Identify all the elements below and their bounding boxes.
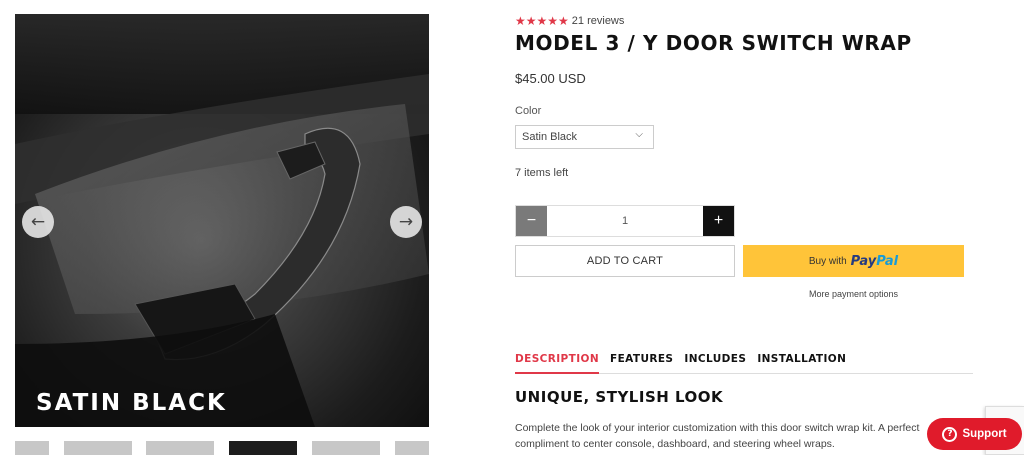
- tab-description[interactable]: DESCRIPTION: [515, 353, 600, 374]
- increase-quantity-button[interactable]: +: [703, 206, 734, 236]
- support-label: Support: [962, 428, 1007, 440]
- thumbnail[interactable]: [15, 441, 49, 455]
- quantity-stepper: − 1 +: [515, 205, 735, 237]
- thumbnail-strip: [15, 441, 429, 455]
- description-heading: UNIQUE, STYLISH LOOK: [515, 388, 724, 406]
- chevron-down-icon: ⌵: [635, 129, 643, 140]
- paypal-prefix: Buy with: [808, 255, 847, 267]
- thumbnail[interactable]: [395, 441, 429, 455]
- thumbnail[interactable]: [64, 441, 132, 455]
- quantity-input[interactable]: 1: [547, 206, 703, 236]
- support-button[interactable]: ? Support: [927, 418, 1022, 450]
- paypal-logo: Pay: [850, 253, 877, 269]
- add-to-cart-button[interactable]: ADD TO CART: [515, 245, 735, 277]
- arrow-left-icon: ←: [30, 212, 46, 232]
- tab-features[interactable]: FEATURES: [610, 353, 673, 374]
- previous-image-button[interactable]: ←: [22, 206, 54, 238]
- image-caption: SATIN BLACK: [36, 390, 227, 416]
- reviews-count: 21 reviews: [571, 15, 625, 27]
- review-summary[interactable]: ★★★★★ 21 reviews: [515, 14, 624, 28]
- product-image-gallery: ← → SATIN BLACK: [15, 14, 429, 427]
- product-title: MODEL 3 / Y DOOR SWITCH WRAP: [515, 31, 912, 55]
- stock-status: 7 items left: [515, 167, 569, 179]
- help-icon: ?: [942, 426, 958, 442]
- color-select[interactable]: Satin Black ⌵: [515, 125, 654, 149]
- tab-includes[interactable]: INCLUDES: [684, 353, 746, 374]
- color-select-value: Satin Black: [522, 131, 578, 143]
- thumbnail[interactable]: [312, 441, 380, 455]
- thumbnail[interactable]: [146, 441, 214, 455]
- description-body: Complete the look of your interior custo…: [515, 422, 920, 450]
- arrow-right-icon: →: [398, 212, 414, 232]
- paypal-logo-suffix: Pal: [876, 253, 899, 269]
- paypal-button[interactable]: Buy with Pay Pal: [743, 245, 964, 277]
- color-label: Color: [515, 105, 542, 117]
- star-rating-icon: ★★★★★: [515, 14, 569, 28]
- product-tabs: DESCRIPTION FEATURES INCLUDES INSTALLATI…: [515, 353, 973, 374]
- thumbnail-active[interactable]: [229, 441, 297, 455]
- next-image-button[interactable]: →: [390, 206, 422, 238]
- more-payment-options-link[interactable]: More payment options: [743, 289, 964, 299]
- tab-installation[interactable]: INSTALLATION: [757, 353, 846, 374]
- decrease-quantity-button[interactable]: −: [516, 206, 547, 236]
- product-price: $45.00 USD: [515, 71, 586, 86]
- product-photo: [15, 14, 429, 427]
